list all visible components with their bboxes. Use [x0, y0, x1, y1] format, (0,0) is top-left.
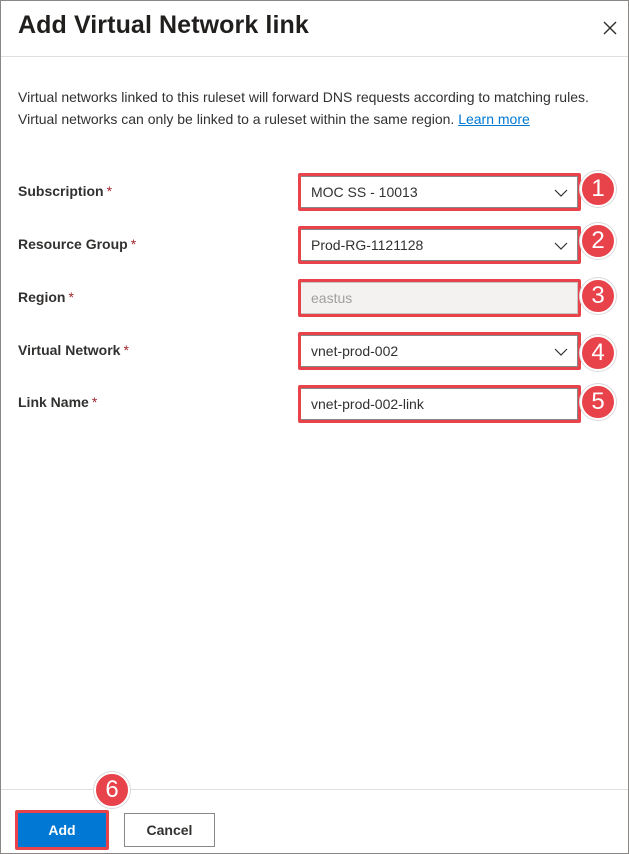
chevron-down-icon [554, 242, 568, 250]
step-badge-3: 3 [580, 278, 616, 314]
required-marker: * [68, 289, 74, 305]
description-line-1: Virtual networks linked to this ruleset … [18, 89, 589, 105]
virtual-network-value: vnet-prod-002 [311, 343, 399, 359]
required-marker: * [130, 236, 137, 252]
cancel-button[interactable]: Cancel [124, 813, 215, 847]
header-divider [1, 56, 628, 57]
resource-group-value: Prod-RG-1121128 [311, 237, 424, 253]
link-name-label: Link Name * [18, 394, 98, 410]
subscription-dropdown[interactable]: MOC SS - 10013 [300, 176, 578, 208]
required-marker: * [91, 394, 98, 410]
step-badge-6: 6 [94, 772, 130, 808]
step-badge-4: 4 [580, 335, 616, 371]
step-badge-2: 2 [580, 223, 616, 259]
panel-title: Add Virtual Network link [18, 11, 309, 39]
resource-group-label: Resource Group * [18, 236, 137, 252]
link-name-input[interactable]: vnet-prod-002-link [300, 388, 578, 420]
subscription-value: MOC SS - 10013 [311, 184, 418, 200]
add-button[interactable]: Add [18, 813, 106, 847]
description-line-2: Virtual networks can only be linked to a… [18, 111, 530, 127]
region-label: Region * [18, 289, 74, 305]
resource-group-dropdown[interactable]: Prod-RG-1121128 [300, 229, 578, 261]
description: Virtual networks linked to this ruleset … [18, 86, 618, 130]
region-field: eastus [300, 282, 578, 314]
virtual-network-dropdown[interactable]: vnet-prod-002 [300, 335, 578, 367]
link-name-value: vnet-prod-002-link [311, 396, 424, 412]
step-badge-1: 1 [580, 171, 616, 207]
region-value: eastus [311, 290, 353, 306]
required-marker: * [123, 342, 129, 358]
close-icon [603, 21, 617, 35]
step-badge-5: 5 [580, 384, 616, 420]
virtual-network-label: Virtual Network * [18, 342, 129, 358]
learn-more-link[interactable]: Learn more [458, 111, 530, 127]
close-button[interactable] [599, 17, 621, 39]
subscription-label: Subscription * [18, 183, 113, 199]
chevron-down-icon [554, 189, 568, 197]
chevron-down-icon [554, 348, 568, 356]
add-vnet-link-panel: Add Virtual Network link Virtual network… [0, 0, 629, 854]
required-marker: * [106, 183, 113, 199]
